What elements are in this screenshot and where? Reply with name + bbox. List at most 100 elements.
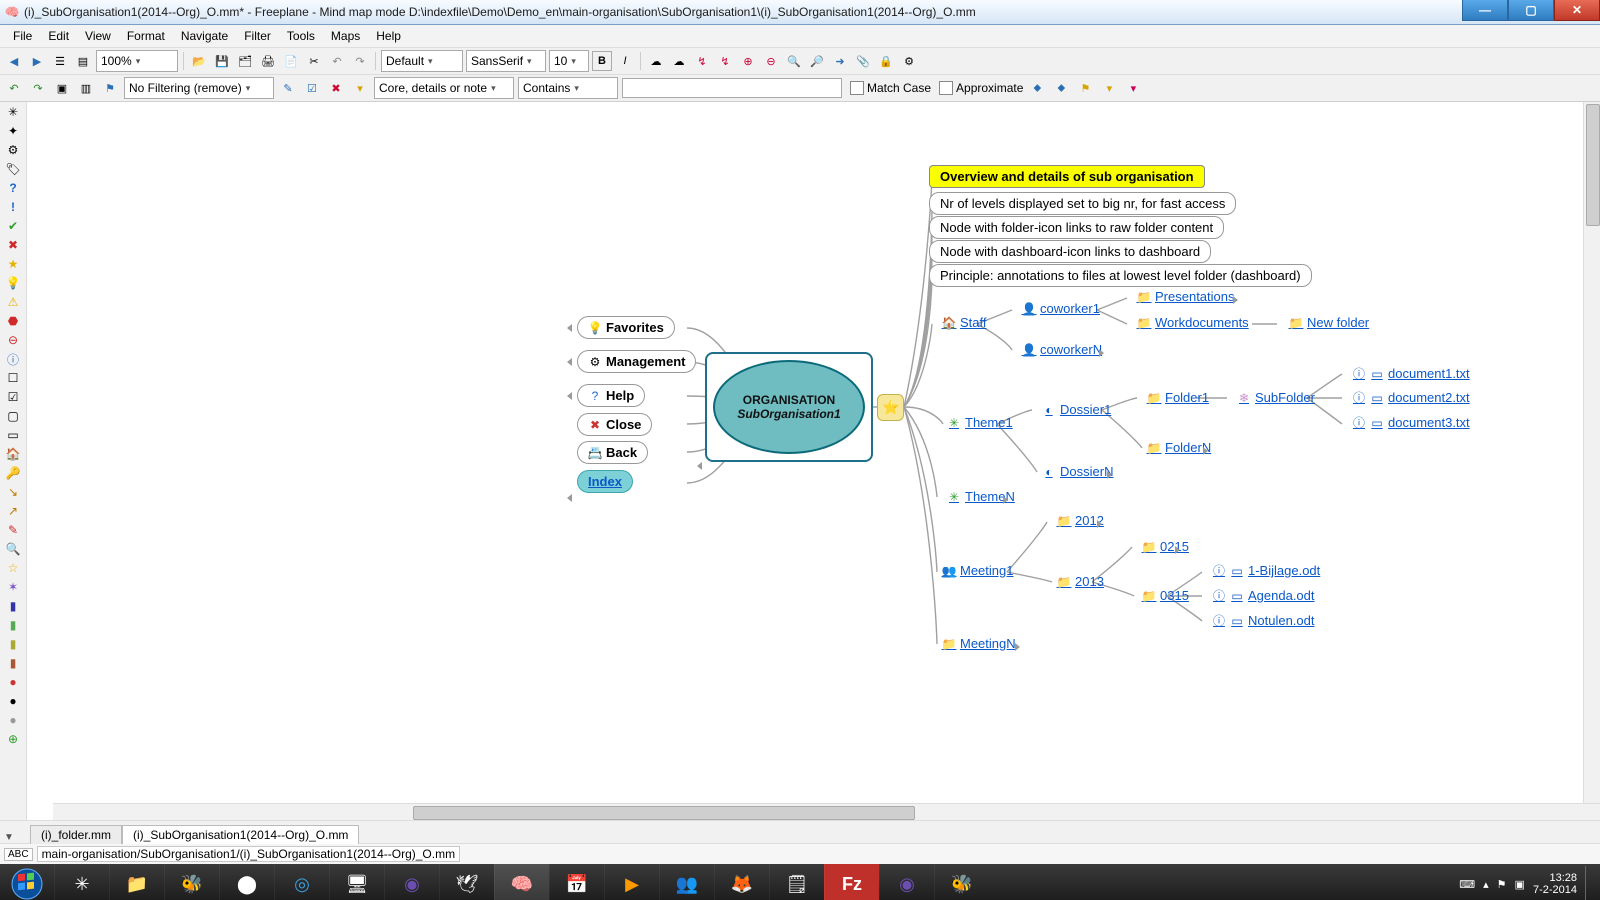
- nav-next-icon[interactable]: ▶: [27, 51, 47, 71]
- node-document2[interactable]: ⓘ▭document2.txt: [1342, 387, 1480, 408]
- encrypt-icon[interactable]: 🔒: [876, 51, 896, 71]
- node-2012[interactable]: 📁2012: [1047, 510, 1114, 531]
- menu-filter[interactable]: Filter: [237, 27, 278, 45]
- menu-navigate[interactable]: Navigate: [174, 27, 235, 45]
- toggle-coworkern[interactable]: [1099, 349, 1104, 357]
- taskbar-app-thunderbird[interactable]: 🕊: [439, 864, 494, 900]
- cloud-color-icon[interactable]: ☁: [669, 51, 689, 71]
- taskbar-app-5[interactable]: 🖥: [329, 864, 384, 900]
- palette-info-icon[interactable]: ⓘ: [5, 351, 21, 367]
- toggle-2012[interactable]: [1097, 520, 1102, 528]
- palette-tl-grey-icon[interactable]: ●: [5, 712, 21, 728]
- tray-flag-icon[interactable]: ⚑: [1497, 878, 1507, 891]
- node-document3[interactable]: ⓘ▭document3.txt: [1342, 412, 1480, 433]
- italic-icon[interactable]: I: [615, 51, 635, 71]
- show-desktop-button[interactable]: [1585, 866, 1594, 900]
- filter-redo-icon[interactable]: ↷: [28, 78, 48, 98]
- filter-value-input[interactable]: [622, 78, 842, 98]
- palette-link2-icon[interactable]: ↗: [5, 503, 21, 519]
- toggle-presentations[interactable]: [1233, 296, 1238, 304]
- link-icon[interactable]: ↯: [692, 51, 712, 71]
- palette-important-icon[interactable]: !: [5, 199, 21, 215]
- taskbar-app-media[interactable]: ▶: [604, 864, 659, 900]
- minimize-button[interactable]: —: [1462, 0, 1508, 21]
- quickfilter-2-icon[interactable]: ⬥: [1051, 78, 1071, 98]
- palette-wheel-icon[interactable]: ✳: [5, 104, 21, 120]
- toggle-management[interactable]: [567, 358, 572, 366]
- edge-color-icon[interactable]: ⊕: [738, 51, 758, 71]
- taskbar-app-1[interactable]: ✳: [54, 864, 109, 900]
- quickfilter-5-icon[interactable]: ▾: [1123, 78, 1143, 98]
- taskbar-app-3[interactable]: ⬤: [219, 864, 274, 900]
- palette-battery1-icon[interactable]: ▮: [5, 598, 21, 614]
- cloud-icon[interactable]: ☁: [646, 51, 666, 71]
- palette-help-icon[interactable]: ?: [5, 180, 21, 196]
- palette-tag-icon[interactable]: 🏷: [5, 161, 21, 177]
- tray-clock[interactable]: 13:28 7-2-2014: [1533, 872, 1577, 896]
- palette-no-icon[interactable]: ✖: [5, 237, 21, 253]
- taskbar-app-firefox[interactable]: 🦊: [714, 864, 769, 900]
- toggle-dossiern[interactable]: [1107, 471, 1112, 479]
- palette-square-icon[interactable]: ▢: [5, 408, 21, 424]
- palette-battery2-icon[interactable]: ▮: [5, 617, 21, 633]
- palette-battery4-icon[interactable]: ▮: [5, 655, 21, 671]
- nav-prev-icon[interactable]: ◀: [4, 51, 24, 71]
- horizontal-scrollbar[interactable]: [53, 803, 1600, 820]
- filter-select-icon[interactable]: ☑: [302, 78, 322, 98]
- font-size-select[interactable]: 10: [549, 50, 589, 72]
- saveall-icon[interactable]: 🗂: [235, 51, 255, 71]
- toggle-themen[interactable]: [1003, 496, 1008, 504]
- node-star[interactable]: ⭐: [877, 394, 904, 421]
- palette-plus-icon[interactable]: ⊕: [5, 731, 21, 747]
- tray-battery-icon[interactable]: ▣: [1515, 878, 1525, 891]
- taskbar-app-people[interactable]: 👥: [659, 864, 714, 900]
- print-icon[interactable]: 🖨: [258, 51, 278, 71]
- taskbar-app-explorer[interactable]: 📁: [109, 864, 164, 900]
- collapse-handle-central-left[interactable]: [697, 462, 702, 470]
- filter-not-icon[interactable]: ✖: [326, 78, 346, 98]
- node-coworker1[interactable]: 👤coworker1: [1012, 298, 1110, 319]
- node-dossier1[interactable]: ◐Dossier1: [1032, 399, 1121, 420]
- redo-icon[interactable]: ↷: [350, 51, 370, 71]
- menu-file[interactable]: File: [6, 27, 39, 45]
- filter-op-select[interactable]: Contains: [518, 77, 618, 99]
- taskbar-app-calendar[interactable]: 📅: [549, 864, 604, 900]
- central-node[interactable]: ORGANISATION SubOrganisation1: [705, 352, 873, 462]
- taskbar-app-notes[interactable]: 🗒: [769, 864, 824, 900]
- vertical-scrollbar[interactable]: [1583, 102, 1600, 804]
- node-staff[interactable]: 🏠Staff: [932, 312, 997, 333]
- edge-style-icon[interactable]: ⊖: [761, 51, 781, 71]
- palette-tl-black-icon[interactable]: ●: [5, 693, 21, 709]
- approximate-checkbox[interactable]: Approximate: [939, 81, 1023, 95]
- node-0315[interactable]: 📁0315: [1132, 585, 1199, 606]
- palette-minus-icon[interactable]: ⊖: [5, 332, 21, 348]
- node-coworkern[interactable]: 👤coworkerN: [1012, 339, 1112, 360]
- taskbar-app-2[interactable]: 🐝: [164, 864, 219, 900]
- menu-tools[interactable]: Tools: [280, 27, 322, 45]
- script-icon[interactable]: ⚙: [899, 51, 919, 71]
- spellcheck-indicator[interactable]: ABC: [4, 848, 33, 861]
- tab-folder[interactable]: (i)_folder.mm: [30, 825, 122, 844]
- copy-icon[interactable]: 📄: [281, 51, 301, 71]
- toggle-foldern[interactable]: [1203, 447, 1208, 455]
- attr-icon[interactable]: 📎: [853, 51, 873, 71]
- node-meeting1[interactable]: 👥Meeting1: [932, 560, 1023, 581]
- palette-shape-icon[interactable]: ▭: [5, 427, 21, 443]
- menu-view[interactable]: View: [78, 27, 118, 45]
- palette-star-icon[interactable]: ✦: [5, 123, 21, 139]
- maximize-button[interactable]: ▢: [1508, 0, 1554, 21]
- undo-icon[interactable]: ↶: [327, 51, 347, 71]
- palette-battery3-icon[interactable]: ▮: [5, 636, 21, 652]
- node-0215[interactable]: 📁0215: [1132, 536, 1199, 557]
- node-close[interactable]: ✖Close: [577, 413, 652, 436]
- menu-maps[interactable]: Maps: [324, 27, 367, 45]
- node-workdocuments[interactable]: 📁Workdocuments: [1127, 312, 1259, 333]
- filter-edit-icon[interactable]: ✎: [278, 78, 298, 98]
- node-back[interactable]: 📇Back: [577, 441, 648, 464]
- taskbar-app-bee[interactable]: 🐝: [934, 864, 989, 900]
- node-new-folder[interactable]: 📁New folder: [1279, 312, 1379, 333]
- palette-check-icon[interactable]: ☑: [5, 389, 21, 405]
- taskbar-app-eclipse[interactable]: ◉: [384, 864, 439, 900]
- filter-show-descendants-icon[interactable]: ▥: [76, 78, 96, 98]
- toggle-index[interactable]: [567, 494, 572, 502]
